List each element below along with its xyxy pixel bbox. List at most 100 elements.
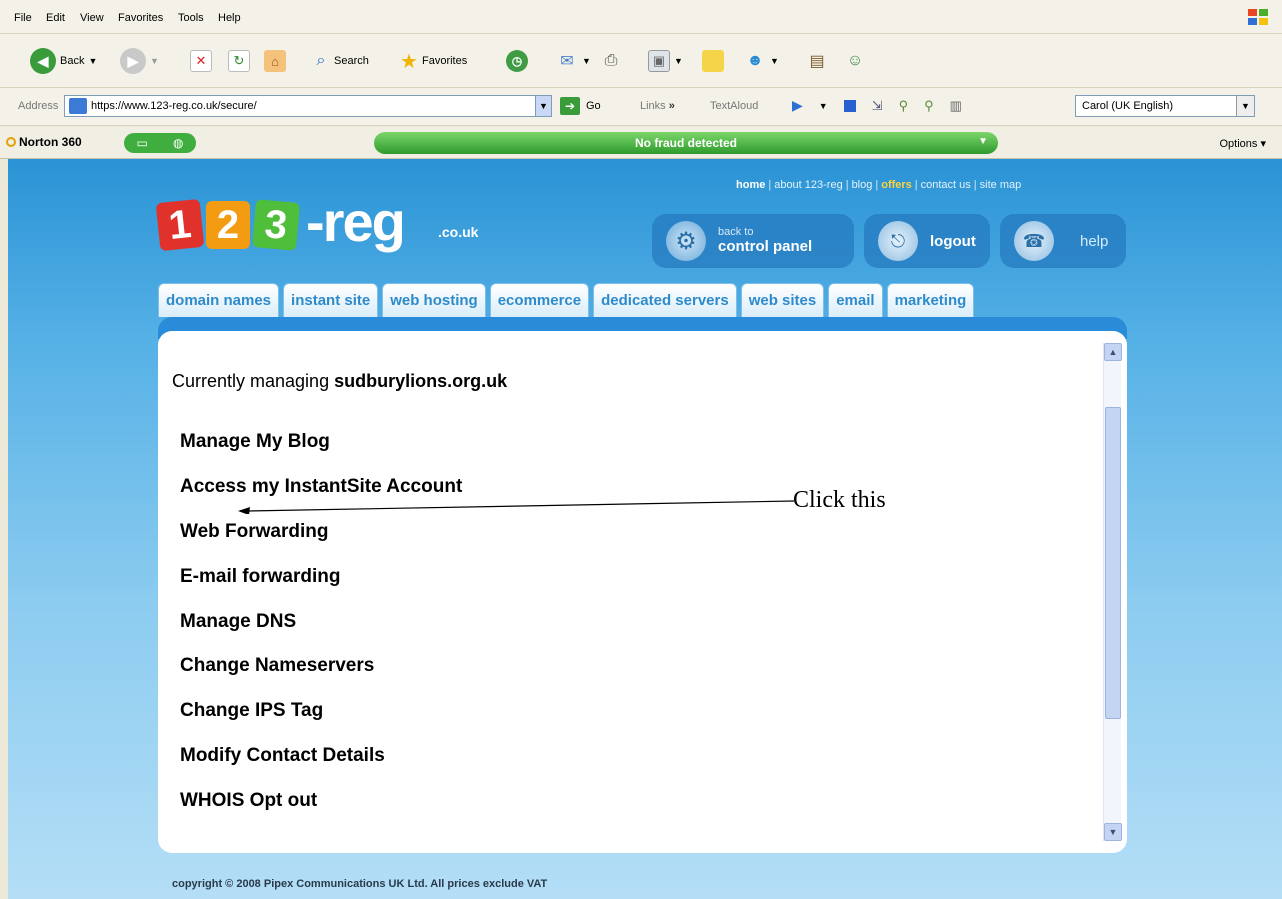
back-button[interactable]: ◀ Back ▼ <box>30 48 97 74</box>
webpage: home | about 123-reg | blog | offers | contact u… <box>8 159 1282 899</box>
zoom-in-icon[interactable]: ⚲ <box>899 98 909 114</box>
option-email-forwarding[interactable]: E-mail forwarding <box>180 566 340 588</box>
refresh-icon: ↻ <box>228 50 250 72</box>
norton-monitor-icon[interactable]: ▭ <box>137 136 148 150</box>
research-book-icon: ▤ <box>809 53 825 70</box>
mail-button[interactable]: ✉ ▼ <box>556 50 591 72</box>
home-button[interactable]: ⌂ <box>264 50 286 72</box>
menu-edit[interactable]: Edit <box>46 12 65 24</box>
mail-icon: ✉ <box>560 53 574 70</box>
favorites-button[interactable]: ★ Favorites <box>398 50 467 73</box>
help-label: help <box>1080 232 1109 250</box>
go-button[interactable]: ➔ Go <box>560 97 601 115</box>
option-manage-dns[interactable]: Manage DNS <box>180 611 296 633</box>
edit-button[interactable]: ▣ ▼ <box>648 50 683 72</box>
gear-icon: ⚙ <box>666 221 706 261</box>
vertical-scrollbar[interactable]: ▲ ▼ <box>1103 343 1122 841</box>
nav-home[interactable]: home <box>736 179 765 191</box>
nav-about[interactable]: about 123-reg <box>774 179 843 191</box>
help-button[interactable]: ☎ help <box>1000 214 1126 268</box>
tab-domain-names[interactable]: domain names <box>158 283 280 317</box>
forward-button[interactable]: ▶ ▼ <box>120 48 159 74</box>
menu-favorites[interactable]: Favorites <box>118 12 163 24</box>
option-modify-contact[interactable]: Modify Contact Details <box>180 745 385 767</box>
menu-bar: File Edit View Favorites Tools Help <box>0 0 1282 34</box>
control-panel-button[interactable]: ⚙ back to control panel <box>652 214 854 268</box>
research-button[interactable]: ▤ <box>806 50 828 72</box>
edit-page-icon: ▣ <box>648 50 670 72</box>
tab-dedicated-servers[interactable]: dedicated servers <box>593 283 737 317</box>
print-button[interactable]: ⎙ <box>600 50 622 72</box>
option-manage-blog[interactable]: Manage My Blog <box>180 431 330 453</box>
scroll-down-icon[interactable]: ▼ <box>1104 823 1122 841</box>
norton-buttons[interactable]: ▭ ◍ <box>124 133 196 153</box>
play-icon[interactable]: ▶ <box>792 97 803 114</box>
menu-file[interactable]: File <box>14 12 32 24</box>
save-audio-icon[interactable]: ⇲ <box>872 98 883 114</box>
tab-instant-site[interactable]: instant site <box>283 283 379 317</box>
tab-web-hosting[interactable]: web hosting <box>382 283 486 317</box>
edit-dropdown-icon[interactable]: ▼ <box>674 56 683 66</box>
voice-settings-icon[interactable]: ▥ <box>950 98 962 114</box>
option-web-forwarding[interactable]: Web Forwarding <box>180 521 328 543</box>
help-icon: ☎ <box>1014 221 1054 261</box>
voice-select[interactable]: Carol (UK English) ▼ <box>1075 95 1255 117</box>
nav-offers[interactable]: offers <box>881 179 912 191</box>
site-logo[interactable]: 1 2 3 -reg .co.uk <box>155 189 498 259</box>
stop-square-icon[interactable] <box>843 99 856 112</box>
option-whois-opt-out[interactable]: WHOIS Opt out <box>180 790 317 812</box>
norton-ring-icon <box>6 137 16 147</box>
address-dropdown-icon[interactable]: ▼ <box>535 96 551 116</box>
history-button[interactable]: ◷ <box>506 50 528 72</box>
scroll-thumb[interactable] <box>1105 407 1121 719</box>
back-dropdown-icon[interactable]: ▼ <box>88 56 97 66</box>
option-change-nameservers[interactable]: Change Nameservers <box>180 655 374 677</box>
address-bar: Address https://www.123-reg.co.uk/secure… <box>0 88 1282 126</box>
option-change-ips-tag[interactable]: Change IPS Tag <box>180 700 323 722</box>
tab-email[interactable]: email <box>828 283 883 317</box>
back-arrow-icon: ◀ <box>30 48 56 74</box>
messenger-button[interactable]: ☻ ▼ <box>744 50 779 72</box>
control-panel-small: back to <box>718 225 754 238</box>
stop-button[interactable]: ✕ <box>190 50 212 72</box>
play-dropdown-icon[interactable]: ▼ <box>819 101 828 111</box>
messenger-dropdown-icon[interactable]: ▼ <box>770 56 779 66</box>
tab-marketing[interactable]: marketing <box>886 283 975 317</box>
notes-button[interactable] <box>702 50 724 72</box>
forward-arrow-icon: ▶ <box>120 48 146 74</box>
logout-button[interactable]: ⎋ logout <box>864 214 990 268</box>
tab-web-sites[interactable]: web sites <box>740 283 825 317</box>
tab-ecommerce[interactable]: ecommerce <box>489 283 590 317</box>
stop-icon: ✕ <box>190 50 212 72</box>
norton-globe-icon[interactable]: ◍ <box>173 136 183 150</box>
scroll-up-icon[interactable]: ▲ <box>1104 343 1122 361</box>
address-input[interactable]: https://www.123-reg.co.uk/secure/ ▼ <box>64 95 552 117</box>
windows-logo-icon <box>1248 9 1270 27</box>
voice-dropdown-icon[interactable]: ▼ <box>1236 96 1254 116</box>
links-button[interactable]: Links » <box>640 100 675 112</box>
nav-blog[interactable]: blog <box>852 179 873 191</box>
logo-tld: .co.uk <box>438 224 479 240</box>
menu-view[interactable]: View <box>80 12 104 24</box>
search-button[interactable]: ⌕ Search <box>310 50 369 72</box>
option-instantsite-account[interactable]: Access my InstantSite Account <box>180 476 462 498</box>
fraud-dropdown-icon[interactable]: ▼ <box>978 136 988 147</box>
nav-contact[interactable]: contact us <box>921 179 971 191</box>
back-label: Back <box>60 55 85 67</box>
history-icon: ◷ <box>506 50 528 72</box>
fraud-status-bar[interactable]: No fraud detected ▼ <box>374 132 998 154</box>
zoom-out-icon[interactable]: ⚲ <box>924 98 934 114</box>
nav-sitemap[interactable]: site map <box>980 179 1022 191</box>
content-panel: Currently managing sudburylions.org.uk M… <box>158 331 1127 853</box>
menu-help[interactable]: Help <box>218 12 241 24</box>
contacts-button[interactable]: ☺ <box>844 50 866 72</box>
main-tabs: domain names instant site web hosting ec… <box>158 283 975 317</box>
refresh-button[interactable]: ↻ <box>228 50 250 72</box>
forward-dropdown-icon[interactable]: ▼ <box>150 56 159 66</box>
menu-tools[interactable]: Tools <box>178 12 204 24</box>
norton-name: Norton 360 <box>19 135 82 149</box>
options-menu[interactable]: Options ▾ <box>1220 137 1267 150</box>
mail-dropdown-icon[interactable]: ▼ <box>582 56 591 66</box>
go-label: Go <box>586 100 601 112</box>
address-url[interactable]: https://www.123-reg.co.uk/secure/ <box>91 100 535 112</box>
